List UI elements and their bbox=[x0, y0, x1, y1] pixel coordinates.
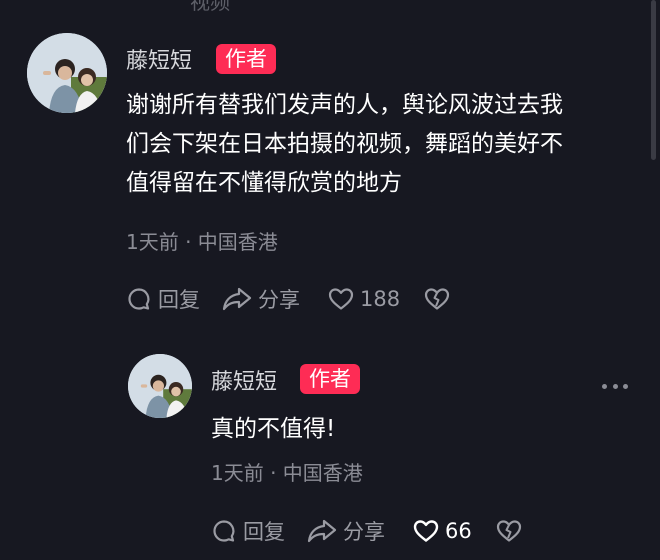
action-bar: 回复 分享 188 bbox=[126, 284, 450, 314]
reply-avatar[interactable] bbox=[128, 354, 192, 418]
reply-username[interactable]: 藤短短 bbox=[211, 364, 277, 396]
reply-share-button[interactable]: 分享 bbox=[307, 516, 385, 546]
like-count: 188 bbox=[360, 287, 401, 311]
comment-text-line: 们会下架在日本拍摄的视频，舞蹈的美好不 bbox=[126, 131, 563, 157]
avatar-photo bbox=[27, 33, 107, 113]
share-icon bbox=[307, 518, 337, 544]
avatar-photo bbox=[128, 354, 192, 418]
share-label: 分享 bbox=[343, 520, 385, 544]
scrollbar[interactable] bbox=[651, 0, 656, 160]
reply-action-bar: 回复 分享 66 bbox=[211, 516, 522, 546]
author-badge: 作者 bbox=[216, 44, 276, 74]
more-options-icon[interactable] bbox=[602, 384, 628, 390]
username[interactable]: 藤短短 bbox=[126, 43, 192, 75]
dislike-icon bbox=[424, 287, 450, 311]
heart-icon bbox=[413, 519, 439, 543]
share-label: 分享 bbox=[258, 288, 300, 312]
heart-icon bbox=[328, 287, 354, 311]
comment-text-line: 谢谢所有替我们发声的人，舆论风波过去我 bbox=[126, 92, 563, 118]
reply-icon bbox=[211, 518, 237, 544]
like-button[interactable]: 188 bbox=[328, 287, 400, 311]
reply-like-button[interactable]: 66 bbox=[413, 519, 472, 543]
share-button[interactable]: 分享 bbox=[222, 284, 300, 314]
previous-content-fragment: 视频 bbox=[190, 0, 230, 14]
comment-text-line: 值得留在不懂得欣赏的地方 bbox=[126, 170, 402, 196]
dislike-button[interactable] bbox=[424, 287, 450, 311]
comment-text: 谢谢所有替我们发声的人，舆论风波过去我 们会下架在日本拍摄的视频，舞蹈的美好不 … bbox=[126, 86, 646, 203]
dislike-icon bbox=[496, 519, 522, 543]
reply-like-count: 66 bbox=[445, 519, 472, 543]
avatar[interactable] bbox=[27, 33, 107, 113]
timestamp-location: 1天前 · 中国香港 bbox=[126, 230, 278, 254]
share-icon bbox=[222, 286, 252, 312]
reply-dislike-button[interactable] bbox=[496, 519, 522, 543]
reply-text: 真的不值得! bbox=[211, 416, 336, 442]
reply-label: 回复 bbox=[158, 288, 200, 312]
reply-author-badge: 作者 bbox=[300, 364, 360, 394]
reply-timestamp-location: 1天前 · 中国香港 bbox=[211, 461, 363, 485]
reply-button[interactable]: 回复 bbox=[126, 284, 200, 314]
reply-label: 回复 bbox=[243, 520, 285, 544]
reply-reply-button[interactable]: 回复 bbox=[211, 516, 285, 546]
reply-icon bbox=[126, 286, 152, 312]
